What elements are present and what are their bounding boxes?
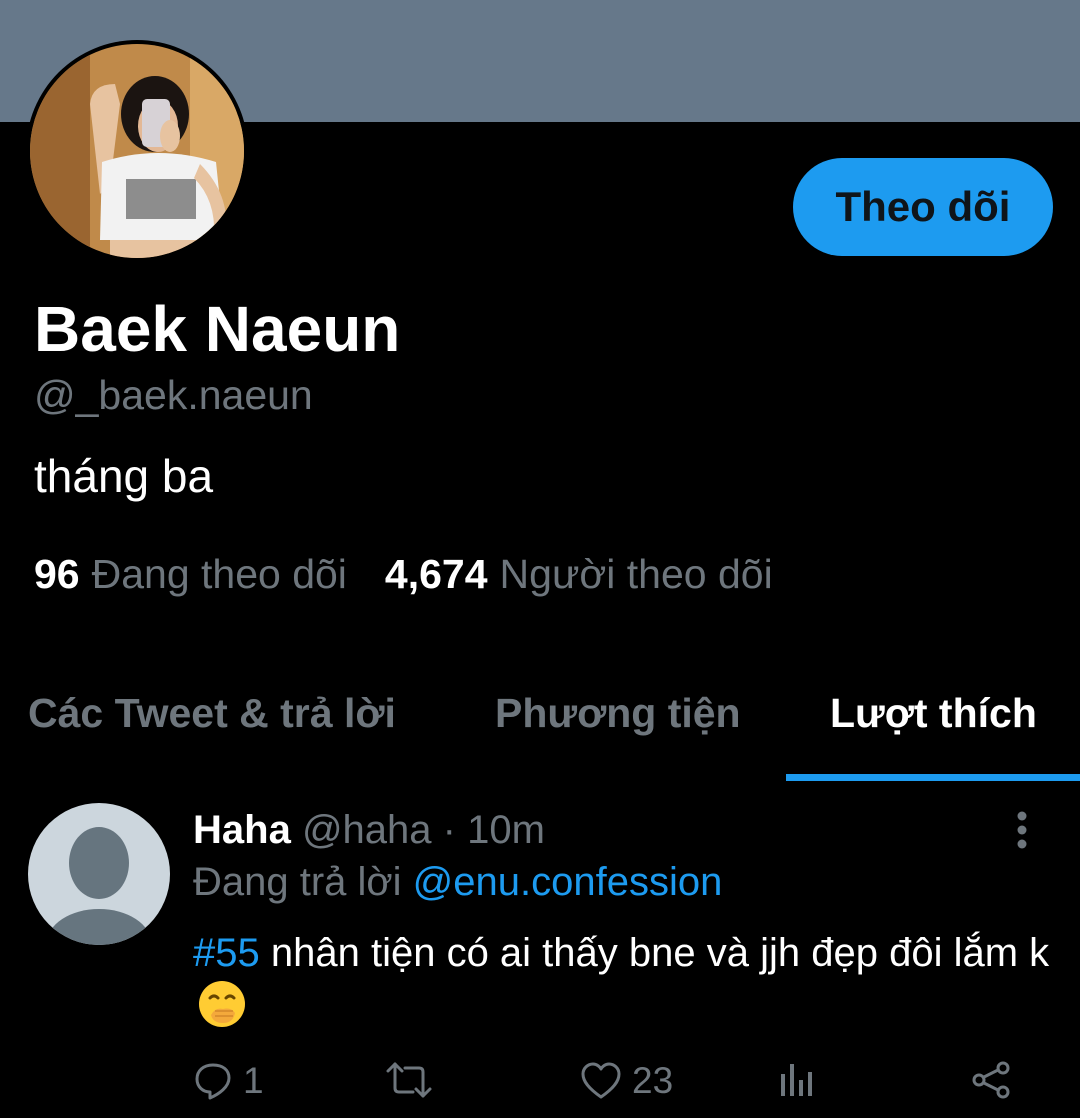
tweet-text: #55 nhân tiện có ai thấy bne và jjh đẹp … bbox=[193, 927, 1053, 1032]
reply-icon bbox=[195, 1063, 231, 1100]
following-label: Đang theo dõi bbox=[91, 551, 347, 597]
tab-likes[interactable]: Lượt thích bbox=[830, 690, 1037, 737]
retweet-button[interactable] bbox=[385, 1060, 433, 1100]
following-stat[interactable]: 96 Đang theo dõi bbox=[34, 551, 347, 598]
share-icon bbox=[972, 1061, 1010, 1099]
profile-stats: 96 Đang theo dõi 4,674 Người theo dõi bbox=[34, 551, 773, 598]
default-avatar-icon[interactable] bbox=[28, 803, 170, 945]
followers-label: Người theo dõi bbox=[499, 551, 773, 597]
tweet-author-handle[interactable]: @haha bbox=[302, 808, 432, 852]
profile-screen: Theo dõi Baek Naeun @_baek.naeun tháng b… bbox=[0, 0, 1080, 1118]
replying-label: Đang trả lời bbox=[193, 860, 402, 904]
tab-tweets-replies[interactable]: Các Tweet & trả lời bbox=[28, 690, 396, 737]
active-tab-indicator bbox=[786, 774, 1080, 781]
tweet-separator: · bbox=[442, 808, 456, 852]
tweet-author-name[interactable]: Haha bbox=[193, 808, 291, 852]
tweet-body: nhân tiện có ai thấy bne và jjh đẹp đôi … bbox=[259, 931, 1050, 975]
profile-avatar[interactable] bbox=[26, 40, 248, 262]
profile-photo bbox=[30, 44, 244, 258]
tweet-time[interactable]: 10m bbox=[467, 808, 545, 852]
tweet-actions: 1 23 bbox=[0, 1060, 1080, 1110]
tweet-header: Haha @haha · 10m bbox=[193, 808, 545, 853]
tweet-hashtag[interactable]: #55 bbox=[193, 931, 260, 975]
stats-icon bbox=[781, 1064, 812, 1096]
like-button[interactable]: 23 bbox=[580, 1060, 673, 1102]
followers-stat[interactable]: 4,674 Người theo dõi bbox=[385, 551, 773, 598]
reply-button[interactable]: 1 bbox=[193, 1060, 264, 1102]
profile-bio: tháng ba bbox=[34, 450, 214, 502]
reply-count: 1 bbox=[243, 1060, 264, 1101]
followers-count: 4,674 bbox=[384, 551, 488, 597]
face-with-hand-over-mouth-emoji bbox=[199, 981, 245, 1027]
retweet-icon bbox=[386, 1062, 432, 1098]
like-icon bbox=[581, 1062, 621, 1099]
profile-tabs: Các Tweet & trả lời Phương tiện Lượt thí… bbox=[0, 660, 1080, 782]
tweet[interactable]: Haha @haha · 10m Đang trả lời @enu.confe… bbox=[0, 790, 1080, 1118]
follow-button[interactable]: Theo dõi bbox=[793, 158, 1053, 256]
stats-button[interactable] bbox=[778, 1060, 814, 1100]
profile-handle: @_baek.naeun bbox=[34, 372, 313, 418]
profile-display-name: Baek Naeun bbox=[34, 293, 401, 365]
tab-media[interactable]: Phương tiện bbox=[495, 690, 741, 737]
share-button[interactable] bbox=[970, 1060, 1012, 1100]
like-count: 23 bbox=[632, 1060, 674, 1101]
following-count: 96 bbox=[34, 551, 80, 597]
replying-to-link[interactable]: @enu.confession bbox=[413, 860, 723, 904]
more-icon[interactable] bbox=[1005, 810, 1039, 850]
tweet-replying-to: Đang trả lời @enu.confession bbox=[193, 860, 722, 905]
